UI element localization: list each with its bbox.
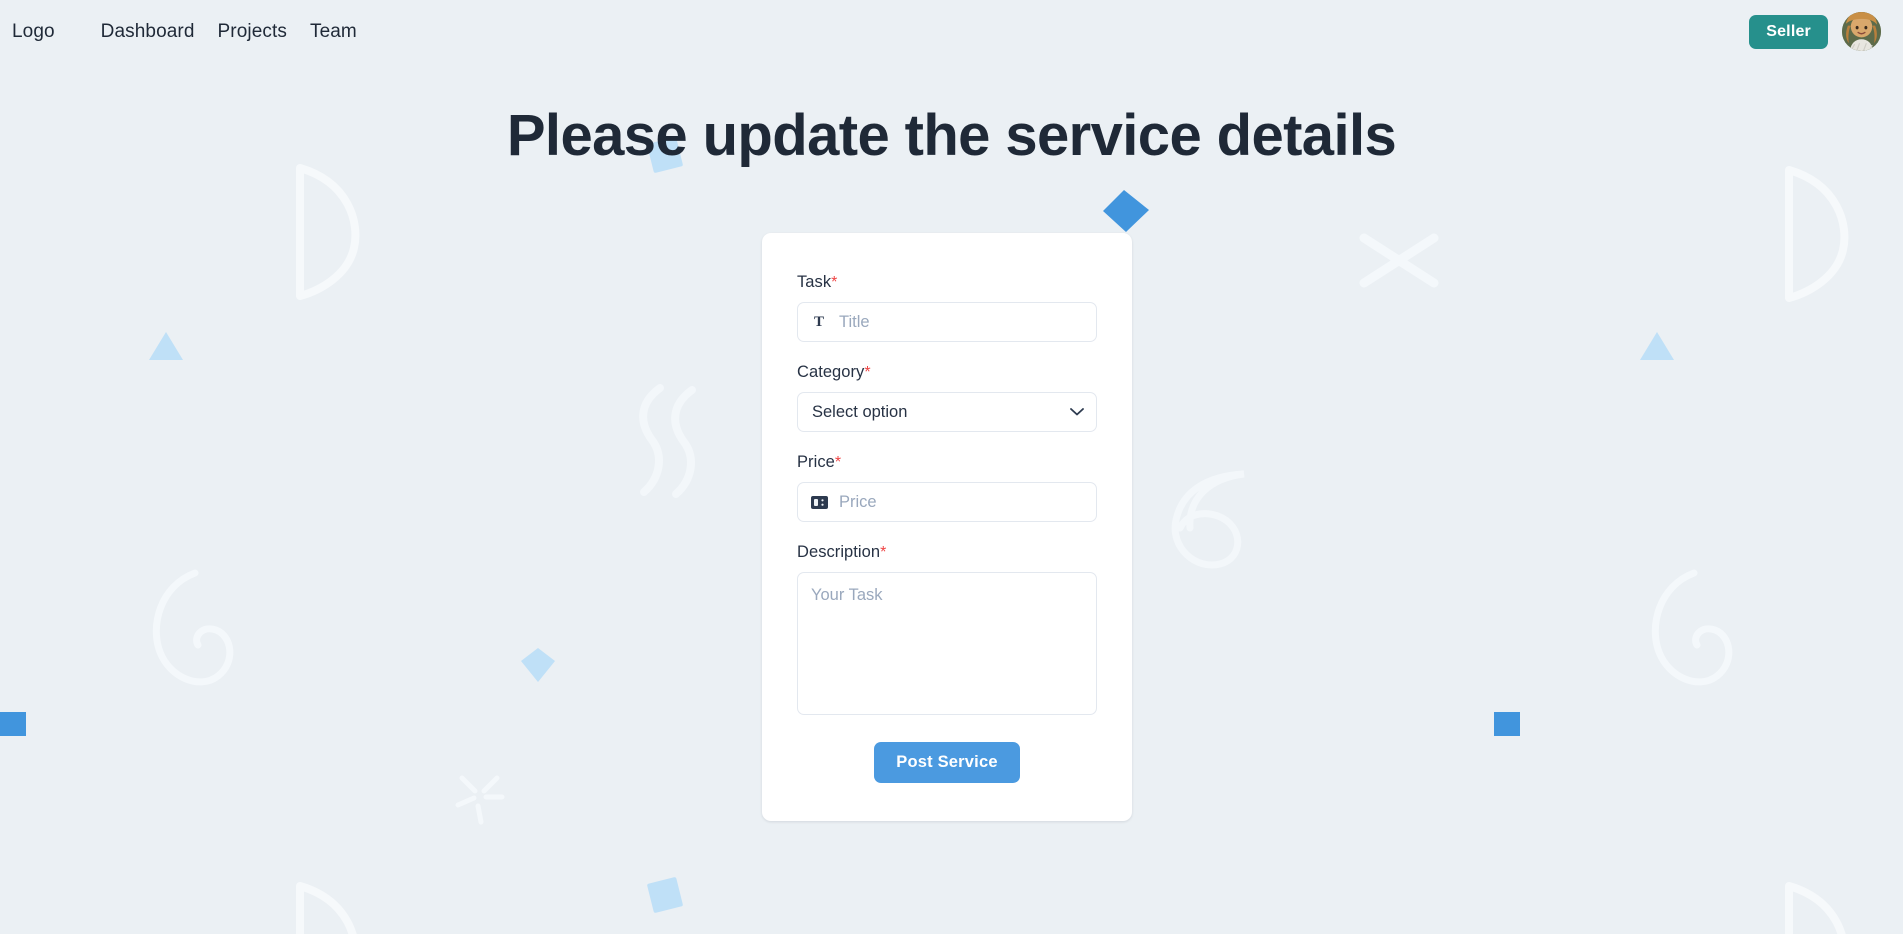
decor-spiral-right (1651, 569, 1733, 686)
task-title-input[interactable] (839, 303, 1084, 341)
required-asterisk-category: * (864, 364, 871, 381)
label-price: Price* (797, 453, 1097, 472)
label-price-text: Price (797, 453, 835, 471)
page-title: Please update the service details (506, 103, 1397, 168)
service-details-form-card: Task* T Category* Select option Price* (762, 233, 1132, 821)
field-category: Category* Select option (797, 363, 1097, 432)
decor-square-light-bottom (647, 877, 683, 913)
field-task: Task* T (797, 273, 1097, 342)
label-category: Category* (797, 363, 1097, 382)
label-description-text: Description (797, 543, 881, 561)
nav-link-team[interactable]: Team (310, 21, 357, 43)
decor-square-blue-left (0, 712, 26, 736)
label-category-text: Category (797, 363, 865, 381)
decor-squiggle-b (671, 386, 696, 498)
label-task-text: Task (797, 273, 832, 291)
decor-loop-swirl (1171, 470, 1245, 569)
decor-half-moon-bottom-left (296, 882, 357, 934)
price-input-wrapper[interactable] (797, 482, 1097, 522)
text-format-icon: T (813, 313, 824, 330)
decor-triangle-left (149, 332, 183, 360)
decor-square-blue-right (1494, 712, 1520, 736)
field-description: Description* (797, 543, 1097, 720)
field-price: Price* (797, 453, 1097, 522)
avatar[interactable] (1842, 12, 1881, 51)
description-textarea[interactable] (797, 572, 1097, 715)
task-input-wrapper[interactable]: T (797, 302, 1097, 342)
brand-logo[interactable]: Logo (12, 21, 55, 43)
decor-diamond-light (521, 648, 555, 682)
decor-spiral-left (152, 569, 234, 686)
primary-nav: Dashboard Projects Team (101, 21, 357, 43)
money-banknote-icon (810, 493, 828, 511)
decor-half-moon-bottom-right (1785, 882, 1846, 934)
label-description: Description* (797, 543, 1097, 562)
decor-x-mark (1359, 233, 1439, 288)
navbar-right-group: Seller (1749, 12, 1881, 51)
category-select[interactable]: Select option (797, 392, 1097, 432)
role-badge-seller[interactable]: Seller (1749, 14, 1828, 49)
submit-row: Post Service (797, 742, 1097, 783)
nav-link-projects[interactable]: Projects (218, 21, 287, 43)
post-service-button[interactable]: Post Service (874, 742, 1020, 783)
nav-link-dashboard[interactable]: Dashboard (101, 21, 195, 43)
category-select-wrapper: Select option (797, 392, 1097, 432)
decor-diamond-blue (1103, 190, 1149, 232)
top-navbar: Logo Dashboard Projects Team Seller (0, 0, 1903, 63)
label-task: Task* (797, 273, 1097, 292)
decor-sparkle (455, 775, 505, 825)
decor-half-moon-left (296, 164, 360, 300)
required-asterisk-price: * (834, 454, 842, 471)
price-input[interactable] (839, 483, 1084, 521)
decor-squiggle-a (639, 384, 664, 496)
decor-half-moon-right-top (1785, 166, 1849, 302)
required-asterisk-description: * (880, 544, 887, 561)
required-asterisk-task: * (831, 274, 838, 291)
decor-triangle-right (1640, 332, 1674, 360)
